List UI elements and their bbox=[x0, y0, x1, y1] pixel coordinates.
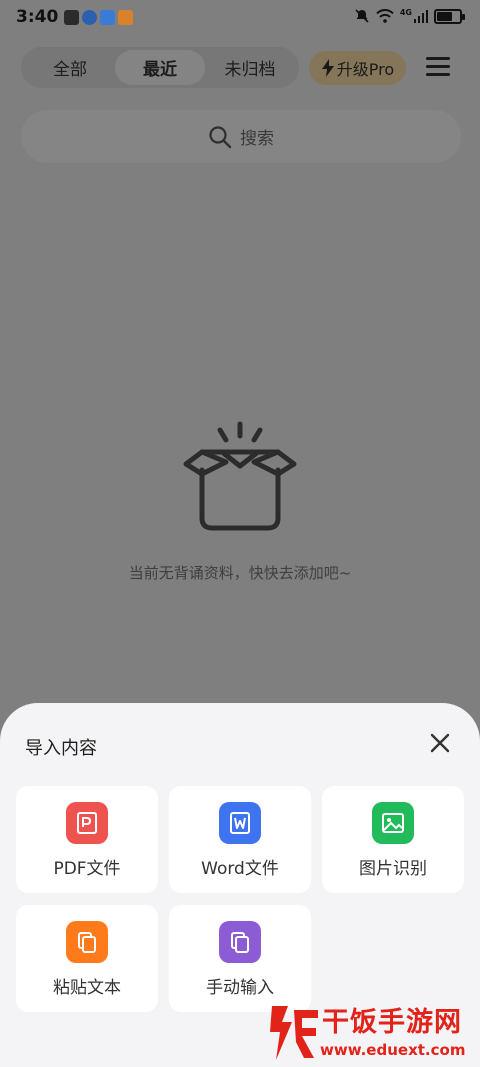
word-icon bbox=[219, 802, 261, 844]
menu-icon[interactable] bbox=[426, 57, 450, 77]
paste-icon bbox=[66, 921, 108, 963]
sheet-title: 导入内容 bbox=[25, 738, 97, 759]
import-word-label: Word文件 bbox=[201, 859, 279, 879]
lightning-icon bbox=[321, 59, 334, 77]
tab-unarchived[interactable]: 未归档 bbox=[205, 50, 295, 85]
empty-box-icon bbox=[183, 421, 297, 531]
status-right: 4G bbox=[354, 7, 465, 24]
tab-all[interactable]: 全部 bbox=[25, 50, 115, 85]
import-pdf-label: PDF文件 bbox=[53, 859, 121, 879]
search-bar[interactable]: 搜索 bbox=[21, 110, 461, 163]
tab-recent[interactable]: 最近 bbox=[115, 50, 205, 85]
notification-icons bbox=[64, 9, 134, 25]
manual-input-label: 手动输入 bbox=[206, 978, 274, 998]
network-type-label: 4G bbox=[399, 7, 412, 17]
pdf-icon bbox=[66, 802, 108, 844]
cloud-icon bbox=[100, 9, 116, 25]
manual-input-icon bbox=[219, 921, 261, 963]
paste-text-button[interactable]: 粘贴文本 bbox=[16, 905, 158, 1012]
watermark-logo-icon bbox=[270, 1006, 318, 1060]
status-bar: 3:40 4G bbox=[0, 0, 480, 34]
image-recognition-button[interactable]: 图片识别 bbox=[322, 786, 464, 893]
close-icon[interactable] bbox=[429, 732, 451, 754]
watermark: 干饭手游网 www.eduext.com bbox=[262, 998, 480, 1067]
upgrade-pro-label: 升级Pro bbox=[336, 60, 395, 79]
wifi-icon bbox=[376, 9, 394, 23]
watermark-url: www.eduext.com bbox=[320, 1041, 466, 1059]
mute-bell-icon bbox=[355, 9, 369, 23]
watermark-title: 干饭手游网 bbox=[322, 1007, 462, 1038]
image-recognition-label: 图片识别 bbox=[359, 859, 427, 879]
search-placeholder: 搜索 bbox=[240, 129, 274, 149]
image-icon bbox=[372, 802, 414, 844]
search-icon bbox=[209, 125, 232, 148]
paste-text-label: 粘贴文本 bbox=[53, 978, 121, 998]
signal-icon bbox=[414, 9, 428, 23]
upgrade-pro-button[interactable]: 升级Pro bbox=[309, 51, 406, 85]
qq-icon bbox=[64, 9, 80, 25]
import-pdf-button[interactable]: PDF文件 bbox=[16, 786, 158, 893]
location-icon bbox=[82, 9, 98, 25]
empty-state-message: 当前无背诵资料，快快去添加吧~ bbox=[128, 564, 352, 582]
manual-input-button[interactable]: 手动输入 bbox=[169, 905, 311, 1012]
filter-tabs: 全部 最近 未归档 bbox=[21, 47, 299, 88]
status-time: 3:40 bbox=[16, 7, 59, 27]
import-word-button[interactable]: Word文件 bbox=[169, 786, 311, 893]
video-app-icon bbox=[118, 9, 134, 25]
battery-icon bbox=[434, 8, 465, 24]
